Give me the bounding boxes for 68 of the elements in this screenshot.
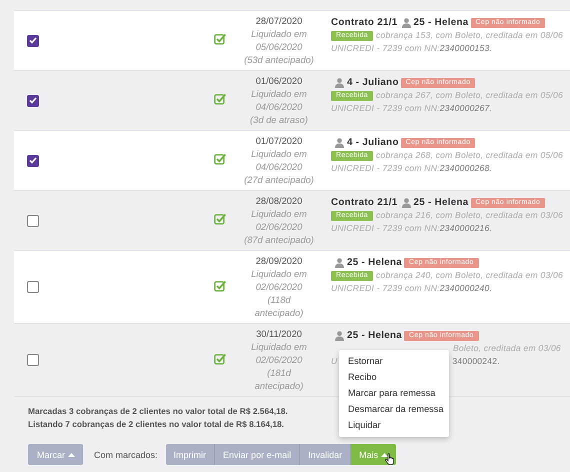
payment-detail: cobrança 267, com Boleto, creditada em 05/06 <box>376 89 563 102</box>
payment-detail: cobrança 216, com Boleto, creditada em 03/06 <box>376 209 563 222</box>
menu-item[interactable]: Recibo <box>348 369 377 385</box>
checkbox[interactable] <box>27 354 39 366</box>
menu-item[interactable]: Marcar para remessa <box>348 385 436 401</box>
settled-label: Liquidado em <box>251 88 307 101</box>
settled-date: 04/06/2020 <box>256 161 302 174</box>
menu-item[interactable]: Desmarcar da remessa <box>348 401 444 417</box>
timing-note: (53d antecipado) <box>244 54 314 67</box>
settled-date: 02/06/2020 <box>256 281 302 294</box>
client-name: 25 - Helena <box>347 329 402 342</box>
contract-label: Contrato 21/1 <box>331 16 398 29</box>
checkbox[interactable] <box>27 154 39 166</box>
bank-reference: U <box>331 355 338 368</box>
menu-item[interactable]: Liquidar <box>348 417 381 433</box>
payment-detail: Boleto, creditada em 03/06 <box>453 342 561 355</box>
settled-label: Liquidado em <box>251 268 307 281</box>
timing-note: (87d antecipado) <box>244 234 314 247</box>
with-marked-label: Com marcados: <box>94 450 158 460</box>
payment-detail: cobrança 268, com Boleto, creditada em 05/06 <box>376 149 563 162</box>
client-name: 25 - Helena <box>347 256 402 269</box>
bank-reference: 340000242. <box>452 355 500 368</box>
checkbox[interactable] <box>27 214 39 226</box>
person-icon <box>335 138 344 148</box>
timing-note: (181d antecipado) <box>254 367 304 393</box>
client-name: 4 - Juliano <box>347 76 399 89</box>
settled-date: 02/06/2020 <box>256 221 302 234</box>
timing-note: (118d antecipado) <box>254 294 304 320</box>
settled-label: Liquidado em <box>251 341 307 354</box>
due-date: 01/07/2020 <box>256 135 302 148</box>
payment-detail: cobrança 153, com Boleto, creditada em 08/06 <box>376 29 563 42</box>
settled-date: 04/06/2020 <box>256 101 302 114</box>
due-date: 28/07/2020 <box>256 15 302 28</box>
client-name: 25 - Helena <box>414 196 469 209</box>
summary-text: Marcadas 3 cobranças de 2 clientes no valor total de R$ 2.564,18. <box>28 405 288 418</box>
settled-date: 02/06/2020 <box>256 354 302 367</box>
settled-label: Liquidado em <box>251 28 307 41</box>
contract-label: Contrato 21/1 <box>331 196 398 209</box>
caret-icon <box>381 452 388 456</box>
due-date: 01/06/2020 <box>256 75 302 88</box>
settled-date: 05/06/2020 <box>256 41 302 54</box>
due-date: 28/09/2020 <box>256 255 302 268</box>
checkbox[interactable] <box>27 281 39 293</box>
summary-text: Listando 7 cobranças de 2 clientes no valor total de R$ 8.164,18. <box>28 418 284 430</box>
bank-reference: UNICREDI - 7239 com NN:2340000267. <box>331 102 492 115</box>
timing-note: (27d antecipado) <box>244 174 314 187</box>
hand-cursor-icon <box>385 453 396 465</box>
client-name: 4 - Juliano <box>347 136 399 149</box>
due-date: 28/08/2020 <box>256 195 302 208</box>
bank-reference: UNICREDI - 7239 com NN:2340000268. <box>331 162 492 175</box>
settled-label: Liquidado em <box>251 208 307 221</box>
due-date: 30/11/2020 <box>256 328 302 341</box>
timing-note: (3d de atraso) <box>250 114 308 127</box>
menu-item[interactable]: Estornar <box>348 353 383 369</box>
person-icon <box>335 78 344 88</box>
bank-reference: UNICREDI - 7239 com NN:2340000216. <box>331 222 492 235</box>
person-icon <box>402 198 411 208</box>
bank-reference: UNICREDI - 7239 com NN:2340000240. <box>331 282 492 295</box>
bank-reference: UNICREDI - 7239 com NN:2340000153. <box>331 42 492 55</box>
person-icon <box>335 330 344 340</box>
person-icon <box>402 18 411 28</box>
person-icon <box>335 258 344 268</box>
caret-icon <box>68 452 76 456</box>
checkbox[interactable] <box>27 94 39 106</box>
client-name: 25 - Helena <box>414 16 469 29</box>
settled-label: Liquidado em <box>251 148 307 161</box>
payment-detail: cobrança 240, com Boleto, creditada em 03/06 <box>376 269 563 282</box>
checkbox[interactable] <box>27 34 39 46</box>
